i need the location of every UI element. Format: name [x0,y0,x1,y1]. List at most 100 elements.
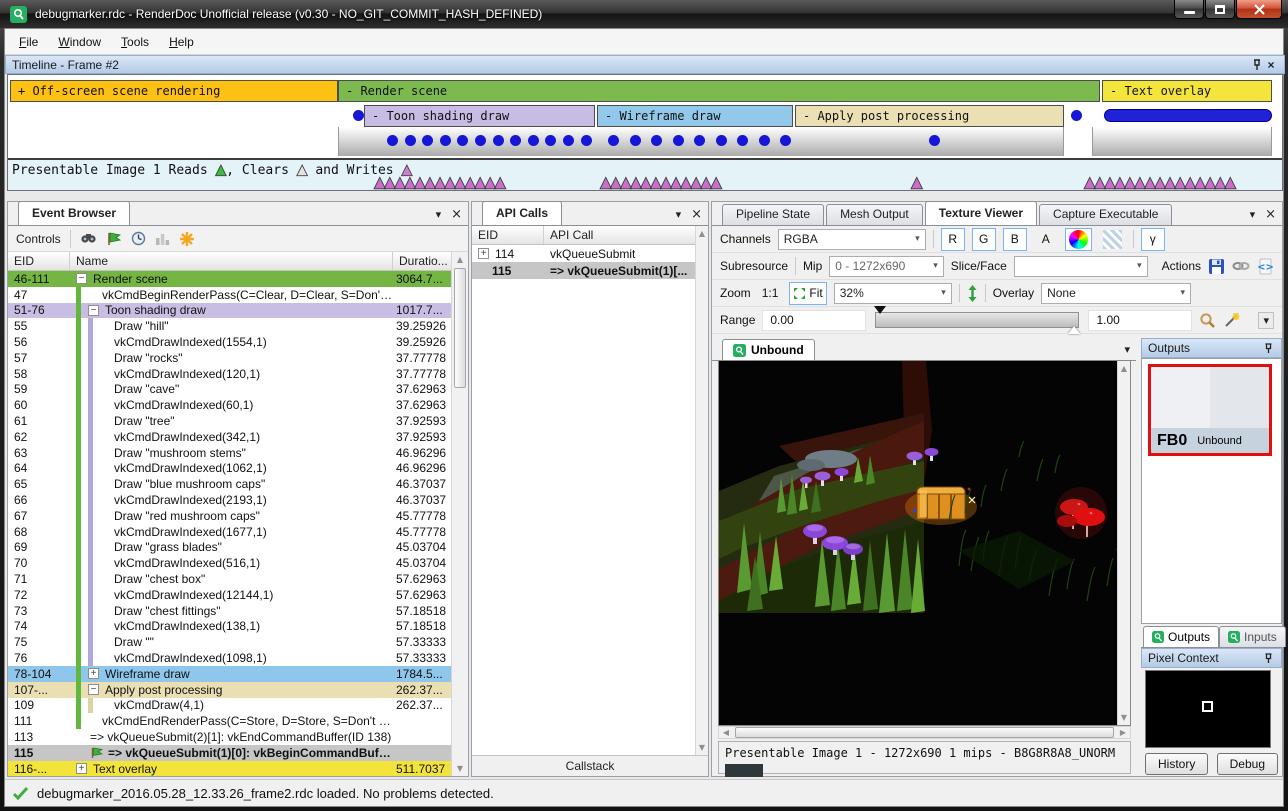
timeline-event-dot[interactable] [581,135,592,146]
title-bar[interactable]: debugmarker.rdc - RenderDoc Unofficial r… [0,0,1288,28]
history-button[interactable]: History [1145,753,1208,775]
fb0-thumbnail[interactable]: FB0 Unbound [1148,364,1272,456]
debug-button[interactable]: Debug [1217,753,1278,775]
close-panel-icon[interactable]: × [1264,58,1278,72]
texture-vscroll[interactable]: ▲ ▼ [1117,361,1130,725]
timeline-panel[interactable]: + Off-screen scene rendering- Render sce… [7,74,1283,191]
event-row[interactable]: 115=> vkQueueSubmit(1)[0]: vkBeginComman… [8,745,451,761]
expand-icon[interactable]: + [88,668,99,679]
event-row[interactable]: 46-111−Render scene3064.7... [8,271,451,287]
timeline-event-dot[interactable] [475,135,486,146]
channels-dropdown[interactable]: RGBA▾ [778,229,926,250]
timeline-event-dot[interactable] [528,135,539,146]
range-max-value[interactable]: 1.00 [1088,310,1192,331]
event-row[interactable]: 65Draw "blue mushroom caps"46.37037 [8,476,451,492]
timeline-canvas[interactable]: + Off-screen scene rendering- Render sce… [8,75,1282,158]
tab-texture-viewer[interactable]: Texture Viewer [925,201,1037,225]
callstack-bar[interactable]: Callstack [472,755,708,776]
timeline-event-dot[interactable] [737,135,748,146]
pin-icon[interactable] [1261,341,1275,355]
event-row[interactable]: 55Draw "hill"39.25926 [8,318,451,334]
collapse-icon[interactable]: − [88,305,99,316]
timeline-event-dot[interactable] [759,135,770,146]
expand-icon[interactable]: + [76,763,87,774]
event-row[interactable]: 76vkCmdDrawIndexed(1098,1)57.33333 [8,650,451,666]
dock-menu-icon[interactable]: ▾ [436,208,442,221]
event-row[interactable]: 51-76−Toon shading draw1017.7... [8,303,451,319]
usage-marker-cluster[interactable]: ▲▲▲▲▲▲▲▲▲▲▲▲ [600,175,720,190]
event-row[interactable]: 74vkCmdDrawIndexed(138,1)57.18518 [8,619,451,635]
dock-menu-icon[interactable]: ▾ [676,208,682,221]
gamma-button[interactable]: γ [1141,228,1165,251]
flip-y-icon[interactable] [967,285,978,302]
tab-inputs[interactable]: Inputs [1219,626,1286,647]
time-icon[interactable] [131,231,146,246]
api-call-row[interactable]: 115=> vkQueueSubmit(1)[... [472,262,695,279]
pin-icon[interactable] [1261,651,1275,665]
channel-r-button[interactable]: R [941,228,965,251]
event-row[interactable]: 66vkCmdDrawIndexed(2193,1)46.37037 [8,492,451,508]
timeline-bar[interactable]: - Apply post processing [795,105,1064,127]
dock-close-icon[interactable]: × [1265,207,1276,222]
tab-capture-executable[interactable]: Capture Executable [1039,204,1172,225]
timeline-event-dot[interactable] [694,135,705,146]
menu-window[interactable]: Window [48,30,111,54]
tab-unbound-texture[interactable]: Unbound [722,339,815,360]
channel-b-button[interactable]: B [1003,228,1027,251]
find-icon[interactable] [80,231,97,246]
timeline-bar[interactable]: - Toon shading draw [364,105,595,127]
alpha-checker-button[interactable] [1099,228,1126,251]
link-icon[interactable] [1232,259,1250,273]
event-row[interactable]: 116-...+Text overlay511.7037 [8,761,451,776]
timeline-event-dot[interactable] [387,135,398,146]
range-wand-icon[interactable] [1223,312,1240,329]
api-calls-scrollbar[interactable]: ▲ ▼ [695,226,708,755]
event-row[interactable]: 111vkCmdEndRenderPass(C=Store, D=Store, … [8,713,451,729]
event-row[interactable]: 72vkCmdDrawIndexed(12144,1)57.62963 [8,587,451,603]
timeline-event-dot[interactable] [405,135,416,146]
event-row[interactable]: 71Draw "chest box"57.62963 [8,571,451,587]
autofit-icon[interactable] [1199,312,1216,329]
event-browser-scrollbar[interactable]: ▲ ▼ [451,252,468,776]
timeline-event-dot[interactable] [630,135,641,146]
timeline-event-dot[interactable] [716,135,727,146]
timeline-bar[interactable]: - Text overlay [1102,80,1272,102]
timeline-event-dot[interactable] [1071,110,1082,121]
event-row[interactable]: 67Draw "red mushroom caps"45.77778 [8,508,451,524]
mip-dropdown[interactable]: 0 - 1272x690▾ [829,256,943,277]
api-call-row[interactable]: +114vkQueueSubmit [472,245,695,262]
event-row[interactable]: 113=> vkQueueSubmit(2)[1]: vkEndCommandB… [8,729,451,745]
menu-tools[interactable]: Tools [111,30,159,54]
highlight-icon[interactable] [179,231,195,247]
menu-help[interactable]: Help [159,30,204,54]
usage-marker-cluster[interactable]: ▲ [911,175,921,190]
event-row[interactable]: 58vkCmdDrawIndexed(120,1)37.77778 [8,366,451,382]
timeline-event-pill[interactable] [1104,109,1272,122]
timeline-event-dot[interactable] [563,135,574,146]
open-code-icon[interactable]: <> [1257,258,1274,275]
timeline-bar[interactable]: + Off-screen scene rendering [10,80,338,102]
range-white-point-handle[interactable] [1068,326,1080,334]
event-row[interactable]: 68vkCmdDrawIndexed(1677,1)45.77778 [8,524,451,540]
dock-close-icon[interactable]: × [451,207,462,222]
colorwheel-button[interactable] [1065,228,1092,251]
zoom-1to1-button[interactable]: 1:1 [758,282,783,305]
channel-a-button[interactable]: A [1034,228,1058,251]
pin-icon[interactable] [1250,58,1264,72]
tab-pipeline-state[interactable]: Pipeline State [722,204,824,225]
event-row[interactable]: 63Draw "mushroom stems"46.96296 [8,445,451,461]
expand-icon[interactable]: + [478,248,489,259]
timeline-event-dot[interactable] [780,135,791,146]
tab-mesh-output[interactable]: Mesh Output [826,204,923,225]
timeline-bar[interactable]: - Render scene [338,80,1100,102]
save-icon[interactable] [1208,258,1225,275]
event-row[interactable]: 75Draw ""57.33333 [8,634,451,650]
event-row[interactable]: 78-104+Wireframe draw1784.5... [8,666,451,682]
event-row[interactable]: 47vkCmdBeginRenderPass(C=Clear, D=Clear,… [8,287,451,303]
event-row[interactable]: 59Draw "cave"37.62963 [8,382,451,398]
range-black-point-handle[interactable] [874,306,886,314]
event-row[interactable]: 73Draw "chest fittings"57.18518 [8,603,451,619]
event-row[interactable]: 69Draw "grass blades"45.03704 [8,540,451,556]
usage-marker-cluster[interactable]: ▲▲▲▲▲▲▲▲▲▲▲▲▲▲▲ [1084,175,1235,190]
event-row[interactable]: 70vkCmdDrawIndexed(516,1)45.03704 [8,555,451,571]
